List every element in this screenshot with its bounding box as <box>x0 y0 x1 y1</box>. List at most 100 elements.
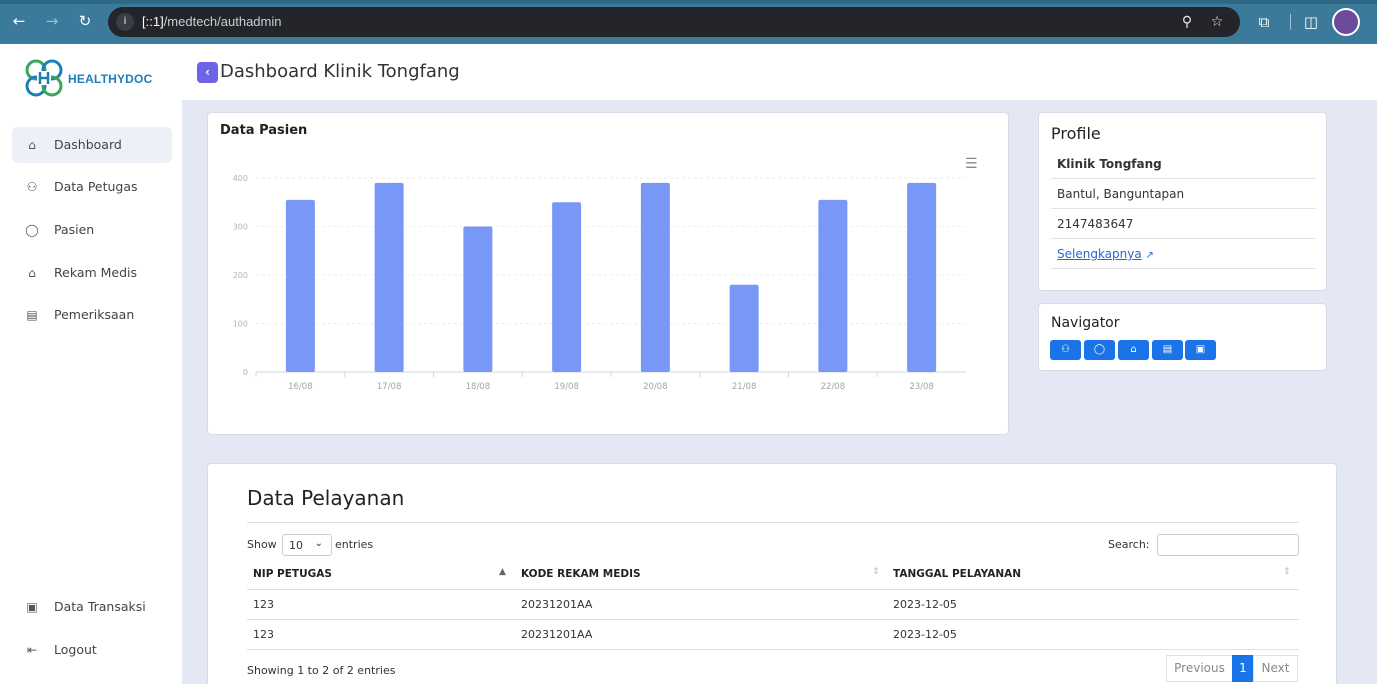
table-title: Data Pelayanan <box>247 486 405 510</box>
wallet-icon: ▣ <box>26 600 38 614</box>
logo-mark-icon <box>25 59 63 97</box>
bar <box>729 284 759 372</box>
y-tick-label: 200 <box>233 271 248 280</box>
healthydoc-logo[interactable]: HEALTHYDOC <box>22 56 152 100</box>
clinic-name: Klinik Tongfang <box>1051 149 1316 179</box>
y-tick-label: 300 <box>233 223 248 232</box>
column-header-kode[interactable]: KODE REKAM MEDIS <box>521 568 641 580</box>
user-icon: ◯ <box>1093 344 1106 355</box>
toolbar-divider <box>1290 14 1291 30</box>
profile-more-row: Selengkapnya ↗ <box>1051 239 1316 269</box>
sidebar-item-dashboard[interactable]: ⌂ Dashboard <box>12 127 172 163</box>
y-tick-label: 400 <box>233 174 248 183</box>
bookmark-star-icon[interactable]: ☆ <box>1207 12 1227 32</box>
nav-data-transaksi-button[interactable]: ▣ <box>1185 340 1216 360</box>
selengkapnya-link[interactable]: Selengkapnya <box>1057 247 1142 261</box>
zoom-icon[interactable]: ⚲ <box>1177 12 1197 32</box>
sidebar-item-pasien[interactable]: ◯ Pasien <box>12 212 172 248</box>
sidebar-item-label: Pemeriksaan <box>54 307 135 322</box>
x-tick-label: 20/08 <box>643 382 668 392</box>
entries-label: entries <box>335 538 374 551</box>
x-tick-label: 17/08 <box>377 382 402 392</box>
data-pelayanan-card: Data Pelayanan Show 10 ⌄ entries Search:… <box>207 463 1337 684</box>
logout-icon: ⇤ <box>26 643 38 657</box>
nav-pasien-button[interactable]: ◯ <box>1084 340 1115 360</box>
users-icon: ⚇ <box>26 180 38 194</box>
sidebar-item-data-transaksi[interactable]: ▣ Data Transaksi <box>12 589 172 625</box>
bar <box>907 182 937 372</box>
back-chevron-icon[interactable]: ‹ <box>197 62 218 83</box>
sort-asc-icon[interactable]: ▲ <box>499 567 506 577</box>
home-icon: ⌂ <box>28 138 36 152</box>
header-divider <box>247 589 1299 590</box>
file-icon: ▤ <box>1162 344 1173 355</box>
y-tick-label: 100 <box>233 320 248 329</box>
y-tick-label: 0 <box>243 368 248 377</box>
sidebar-item-logout[interactable]: ⇤ Logout <box>12 632 172 668</box>
bar <box>818 199 848 372</box>
browser-toolbar: ← → ↻ i [::1]/medtech/authadmin ⚲ ☆ ⧉ ◫ <box>0 0 1377 44</box>
search-input[interactable] <box>1157 534 1299 556</box>
sort-icon[interactable]: ⇕ <box>872 567 880 577</box>
house-medical-icon: ⌂ <box>28 266 36 280</box>
sidebar-item-label: Logout <box>54 642 97 657</box>
navigator-card: Navigator ⚇ ◯ ⌂ ▤ ▣ <box>1038 303 1327 371</box>
search-label: Search: <box>1108 538 1150 551</box>
table-cell: 123 <box>253 598 274 611</box>
sidebar-item-rekam-medis[interactable]: ⌂ Rekam Medis <box>12 255 172 291</box>
back-arrow-icon[interactable]: ← <box>9 11 29 31</box>
page-title: Dashboard Klinik Tongfang <box>220 61 460 82</box>
reload-icon[interactable]: ↻ <box>75 11 95 31</box>
nav-rekam-medis-button[interactable]: ⌂ <box>1118 340 1149 360</box>
nav-data-petugas-button[interactable]: ⚇ <box>1050 340 1081 360</box>
column-header-tanggal[interactable]: TANGGAL PELAYANAN <box>893 568 1021 580</box>
page-header: ‹ Dashboard Klinik Tongfang <box>182 44 1377 100</box>
x-tick-label: 18/08 <box>466 382 491 392</box>
chart-card: Data Pasien ☰ 0 100 200 300 400 16/08 17/08 18/… <box>207 112 1009 435</box>
bar <box>640 182 670 372</box>
clinic-phone: 2147483647 <box>1051 209 1316 239</box>
forward-arrow-icon[interactable]: → <box>42 11 62 31</box>
address-bar[interactable]: i [::1]/medtech/authadmin ⚲ ☆ <box>108 7 1240 37</box>
users-icon: ⚇ <box>1061 344 1070 355</box>
bar <box>285 199 315 372</box>
external-link-icon[interactable]: ↗ <box>1146 250 1154 261</box>
extensions-icon[interactable]: ⧉ <box>1253 11 1275 33</box>
show-label: Show <box>247 538 277 551</box>
bar <box>463 226 493 372</box>
x-tick-label: 16/08 <box>288 382 313 392</box>
profile-title: Profile <box>1051 124 1101 143</box>
sidebar: HEALTHYDOC ⌂ Dashboard ⚇ Data Petugas ◯ … <box>0 44 182 684</box>
house-medical-icon: ⌂ <box>1130 344 1137 355</box>
bar <box>374 182 404 372</box>
address-url: [::1]/medtech/authadmin <box>142 14 282 29</box>
table-cell: 20231201AA <box>521 598 593 611</box>
page-1-button[interactable]: 1 <box>1232 655 1254 682</box>
browser-tab-strip <box>0 0 1377 4</box>
profile-card: Profile Klinik Tongfang Bantul, Bangunta… <box>1038 112 1327 291</box>
column-header-nip[interactable]: NIP PETUGAS <box>253 568 332 580</box>
row-divider <box>247 619 1299 620</box>
table-info: Showing 1 to 2 of 2 entries <box>247 664 396 677</box>
site-info-icon[interactable]: i <box>116 13 134 31</box>
sidebar-item-label: Data Petugas <box>54 179 138 194</box>
x-tick-label: 19/08 <box>554 382 579 392</box>
sidebar-item-label: Dashboard <box>54 137 122 152</box>
sidebar-item-pemeriksaan[interactable]: ▤ Pemeriksaan <box>12 297 172 333</box>
sidebar-item-data-petugas[interactable]: ⚇ Data Petugas <box>12 169 172 205</box>
navigator-title: Navigator <box>1051 315 1120 331</box>
title-divider <box>247 522 1299 523</box>
next-page-button[interactable]: Next <box>1253 655 1298 682</box>
entries-select[interactable]: 10 ⌄ <box>282 534 332 556</box>
logo-text: HEALTHYDOC <box>68 72 153 86</box>
nav-pemeriksaan-button[interactable]: ▤ <box>1152 340 1183 360</box>
side-panel-icon[interactable]: ◫ <box>1300 11 1322 33</box>
bar <box>552 202 582 372</box>
sidebar-item-label: Rekam Medis <box>54 265 138 280</box>
sort-icon[interactable]: ⇕ <box>1283 567 1291 577</box>
previous-page-button[interactable]: Previous <box>1166 655 1233 682</box>
bar-chart: 0 100 200 300 400 16/08 17/08 18/08 19/08 20/08 21… <box>233 174 966 392</box>
sidebar-item-label: Pasien <box>54 222 95 237</box>
clinic-address: Bantul, Banguntapan <box>1051 179 1316 209</box>
profile-avatar[interactable] <box>1332 8 1360 36</box>
